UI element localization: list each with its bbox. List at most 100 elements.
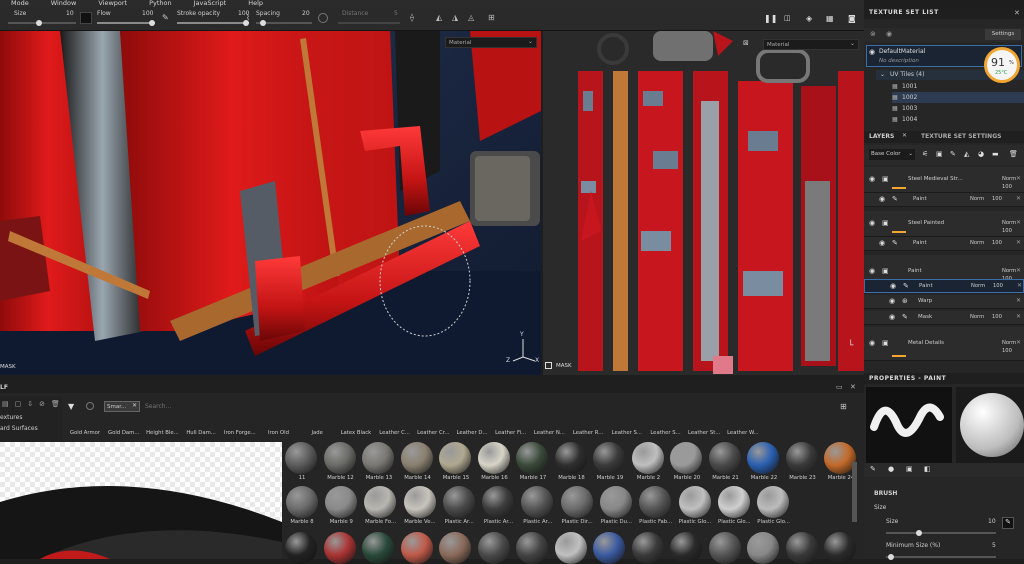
material-thumbnail[interactable]: Marble 18 xyxy=(552,442,591,481)
stencil-tab-icon[interactable]: ▣ xyxy=(906,465,913,473)
material-thumbnail[interactable]: Plastic Ar... xyxy=(518,486,557,525)
opacity-value[interactable]: 100 xyxy=(993,283,1003,289)
shelf-search-input[interactable] xyxy=(145,401,825,412)
cube-icon[interactable]: ◈ xyxy=(806,14,812,23)
size-field-value[interactable]: 10 xyxy=(988,518,996,525)
visibility-icon[interactable]: ◉ xyxy=(886,30,892,38)
material-ball[interactable] xyxy=(285,532,317,564)
material-thumbnail[interactable]: Leather C... xyxy=(375,414,414,436)
close-icon[interactable]: ✕ xyxy=(1016,267,1021,274)
mask-toggle-icon[interactable] xyxy=(545,362,552,369)
material-thumbnail[interactable]: Leather Cr... xyxy=(413,414,452,436)
stroke-opacity-slider[interactable] xyxy=(177,20,249,26)
material-thumbnail[interactable]: Marble Ve... xyxy=(400,486,439,525)
close-icon[interactable]: ✕ xyxy=(1016,219,1021,226)
lazy-mouse-icon[interactable] xyxy=(318,13,328,23)
uv-tile-1004[interactable]: ▦ 1004 xyxy=(892,114,1024,125)
eye-icon[interactable]: ◉ xyxy=(879,239,885,247)
material-thumbnail[interactable]: Leather Fi... xyxy=(491,414,530,436)
material-thumbnail[interactable]: Marble 19 xyxy=(590,442,629,481)
uv-settings-icon[interactable]: ⊠ xyxy=(743,39,749,47)
maximize-icon[interactable]: ▭ xyxy=(836,383,843,391)
material-ball[interactable] xyxy=(477,532,510,564)
material-ball[interactable] xyxy=(554,532,587,564)
material-thumbnail[interactable]: Leather R... xyxy=(568,414,607,436)
material-thumbnail[interactable]: Gold Dam... xyxy=(104,414,143,436)
blend-mode-dropdown[interactable]: Norm xyxy=(970,240,984,246)
material-ball[interactable] xyxy=(362,532,394,564)
material-thumbnail[interactable]: Marble 8 xyxy=(282,486,321,525)
material-thumbnail[interactable]: Gold Armor xyxy=(65,414,104,436)
eye-icon[interactable]: ◉ xyxy=(869,339,875,347)
eye-icon[interactable]: ◉ xyxy=(889,313,895,321)
material-thumbnail[interactable]: Marble Fo... xyxy=(361,486,400,525)
blend-mode-dropdown[interactable]: Norm xyxy=(1002,268,1016,274)
link-icon[interactable]: ⊗ xyxy=(870,30,876,38)
eye-icon[interactable]: ◉ xyxy=(869,175,875,183)
eye-icon[interactable]: ◉ xyxy=(869,48,875,56)
size-slider[interactable] xyxy=(8,20,76,26)
spacing-value[interactable]: 20 xyxy=(302,10,310,17)
close-icon[interactable]: ✕ xyxy=(902,132,907,139)
blend-mode-dropdown[interactable]: Norm xyxy=(971,283,985,289)
material-thumbnail[interactable]: Iron Forge... xyxy=(220,414,259,436)
blend-mode-dropdown[interactable]: Norm xyxy=(1002,220,1016,226)
blend-mode-dropdown[interactable]: Norm xyxy=(970,196,984,202)
add-folder-icon[interactable]: ▬ xyxy=(992,150,999,158)
add-fill-layer-icon[interactable]: ◭ xyxy=(964,150,969,158)
opacity-value[interactable]: 100 xyxy=(992,196,1002,202)
material-thumbnail[interactable]: Leather D... xyxy=(452,414,491,436)
channel-dropdown[interactable]: Base Color ⌄ xyxy=(869,149,915,160)
material-thumbnail[interactable]: Latex Black xyxy=(336,414,375,436)
material-thumbnail[interactable]: Marble 21 xyxy=(706,442,745,481)
clear-filter-icon[interactable] xyxy=(86,402,94,410)
viewport-2d-uv[interactable]: Material ⌄ ⊠ MASK └ xyxy=(543,31,864,375)
category-textures[interactable]: extures xyxy=(0,412,62,423)
menu-item-python[interactable]: Python xyxy=(138,0,183,7)
stroke-icon[interactable]: ✎ xyxy=(162,13,172,23)
tab-layers[interactable]: LAYERS xyxy=(869,133,894,140)
camera-align-icon[interactable]: ⊞ xyxy=(488,13,495,22)
material-thumbnail[interactable]: Marble 23 xyxy=(783,442,822,481)
new-icon[interactable]: ▢ xyxy=(15,400,22,408)
material-thumbnail[interactable]: Leather St... xyxy=(684,414,723,436)
properties-size-slider[interactable] xyxy=(886,530,996,536)
material-thumbnail[interactable]: Plastic Glo... xyxy=(714,486,753,525)
filter-tag-smart-materials[interactable]: Smar... ✕ xyxy=(104,401,140,412)
material-ball[interactable] xyxy=(516,532,548,564)
opacity-value[interactable]: 100 xyxy=(1002,348,1012,354)
tab-texture-set-settings[interactable]: TEXTURE SET SETTINGS xyxy=(921,133,1001,140)
spacing-slider[interactable] xyxy=(256,20,312,26)
material-thumbnail[interactable]: Iron Old xyxy=(259,414,298,436)
material-thumbnail[interactable]: Leather N... xyxy=(529,414,568,436)
flow-slider[interactable] xyxy=(97,20,155,26)
material-thumbnail[interactable]: Jade xyxy=(297,414,336,436)
eye-icon[interactable]: ◉ xyxy=(869,267,875,275)
close-icon[interactable]: ✕ xyxy=(1017,282,1022,289)
brush-preview-icon[interactable] xyxy=(80,12,92,24)
material-ball[interactable] xyxy=(323,532,356,564)
add-smart-material-icon[interactable]: ◕ xyxy=(978,150,984,158)
material-mode-dropdown-3d[interactable]: Material ⌄ xyxy=(445,37,537,48)
material-thumbnail[interactable]: Marble 2 xyxy=(629,442,668,481)
triangle-icon[interactable]: ◭ xyxy=(436,13,442,22)
material-thumbnail[interactable]: Marble 20 xyxy=(667,442,706,481)
material-thumbnail[interactable]: Marble 13 xyxy=(359,442,398,481)
material-thumbnail[interactable]: Marble 16 xyxy=(475,442,514,481)
category-hard-surfaces[interactable]: ard Surfaces xyxy=(0,423,62,434)
pause-icon[interactable]: ❚❚ xyxy=(764,14,777,23)
close-icon[interactable]: ✕ xyxy=(1016,175,1021,182)
menu-item-viewport[interactable]: Viewport xyxy=(87,0,138,7)
material-thumbnail[interactable]: Marble 22 xyxy=(744,442,783,481)
material-ball[interactable] xyxy=(593,532,625,564)
distance-slider[interactable] xyxy=(338,22,400,24)
layer-row[interactable]: ◉ ✎ Paint Norm 100 ✕ xyxy=(864,193,1024,207)
material-ball[interactable] xyxy=(708,532,741,564)
opacity-value[interactable]: 100 xyxy=(1002,184,1012,190)
uv-tile-1002[interactable]: ▦ 1002 xyxy=(892,92,1024,103)
add-paint-layer-icon[interactable]: ✎ xyxy=(950,150,956,158)
close-icon[interactable]: ✕ xyxy=(1016,195,1021,202)
uv-tile-1003[interactable]: ▦ 1003 xyxy=(892,103,1024,114)
material-mode-dropdown-2d[interactable]: Material ⌄ xyxy=(763,39,859,50)
grid-view-icon[interactable]: ⊞ xyxy=(840,402,847,411)
